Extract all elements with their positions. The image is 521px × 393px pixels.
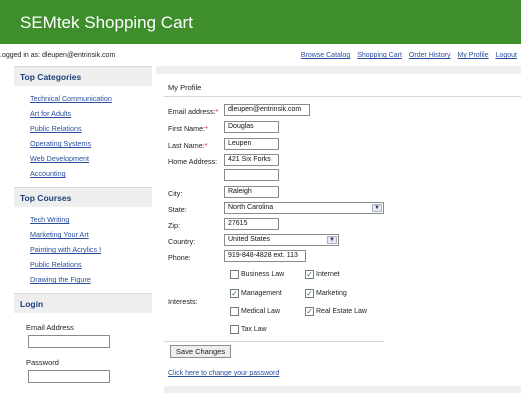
nav-order-history[interactable]: Order History — [409, 52, 451, 59]
phone-field[interactable]: 919-848-4828 ext. 113 — [224, 250, 306, 262]
checkmark-icon[interactable]: ✓ — [230, 289, 239, 298]
email-row: Email address:* dleupen@entrinsik.com — [156, 104, 521, 117]
course-link[interactable]: Public Relations — [30, 260, 82, 269]
change-password-link[interactable]: Click here to change your password — [168, 370, 279, 377]
checkbox-box[interactable] — [230, 325, 239, 334]
login-password-input[interactable] — [28, 370, 110, 383]
interests-label: Interests: — [168, 297, 198, 306]
app-title: SEMtek Shopping Cart — [20, 13, 193, 32]
login-password-label: Password — [26, 358, 59, 367]
first-name-field[interactable]: Douglas — [224, 121, 279, 133]
panel-top-band — [156, 66, 521, 74]
course-link[interactable]: Marketing Your Art — [30, 230, 89, 239]
required-marker: * — [215, 107, 219, 116]
city-label: City: — [168, 189, 183, 198]
state-value: North Carolina — [228, 204, 274, 211]
logged-in-text: .ogged in as: dleupen@entrinsik.com — [0, 52, 116, 59]
login-form: Email Address Password — [14, 313, 152, 383]
category-link[interactable]: Public Relations — [30, 124, 82, 133]
country-label: Country: — [168, 237, 196, 246]
address-line2-row — [156, 169, 521, 182]
login-email-input[interactable] — [28, 335, 110, 348]
category-link[interactable]: Technical Communication — [30, 94, 112, 103]
save-changes-button[interactable]: Save Changes — [170, 345, 231, 358]
list-item: Drawing the Figure — [30, 272, 152, 287]
category-link[interactable]: Accounting — [30, 169, 66, 178]
first-name-label: First Name: — [168, 124, 206, 133]
nav-my-profile[interactable]: My Profile — [458, 52, 489, 59]
zip-label: Zip: — [168, 221, 180, 230]
login-email-label: Email Address — [26, 323, 74, 332]
chevron-down-icon[interactable]: ▼ — [372, 204, 382, 212]
list-item: Painting with Acrylics I — [30, 242, 152, 257]
zip-field[interactable]: 27615 — [224, 218, 279, 230]
chevron-down-icon[interactable]: ▼ — [327, 236, 337, 244]
city-row: City: Raleigh — [156, 186, 521, 199]
list-item: Technical Communication — [30, 91, 152, 106]
list-item: Public Relations — [30, 121, 152, 136]
country-value: United States — [228, 236, 271, 243]
app-header: SEMtek Shopping Cart — [0, 0, 521, 44]
checkmark-icon[interactable]: ✓ — [305, 270, 314, 279]
checkmark-icon[interactable]: ✓ — [305, 289, 314, 298]
user-bar: .ogged in as: dleupen@entrinsik.com Brow… — [0, 47, 521, 65]
checkbox-box[interactable] — [230, 270, 239, 279]
list-item: Web Development — [30, 151, 152, 166]
nav-logout[interactable]: Logout — [496, 52, 517, 59]
email-field[interactable]: dleupen@entrinsik.com — [224, 104, 310, 116]
profile-panel: My Profile Email address:* dleupen@entri… — [156, 66, 521, 393]
divider — [164, 341, 384, 342]
category-link[interactable]: Web Development — [30, 154, 89, 163]
nav-shopping-cart[interactable]: Shopping Cart — [357, 52, 402, 59]
country-select[interactable]: United States ▼ — [224, 234, 339, 246]
checkmark-icon[interactable]: ✓ — [305, 307, 314, 316]
list-item: Tech Writing — [30, 212, 152, 227]
address-row: Home Address: 421 Six Forks — [156, 154, 521, 167]
panel-bottom-band — [164, 386, 521, 393]
state-select[interactable]: North Carolina ▼ — [224, 202, 384, 214]
category-list: Technical Communication Art for Adults P… — [14, 86, 152, 187]
address-line1-field[interactable]: 421 Six Forks — [224, 154, 279, 166]
city-field[interactable]: Raleigh — [224, 186, 279, 198]
category-link[interactable]: Art for Adults — [30, 109, 71, 118]
top-nav: Browse Catalog Shopping Cart Order Histo… — [296, 52, 517, 59]
checkbox-box[interactable] — [230, 307, 239, 316]
first-name-row: First Name:* Douglas — [156, 121, 521, 134]
category-link[interactable]: Operating Systems — [30, 139, 91, 148]
top-courses-heading: Top Courses — [14, 187, 152, 207]
last-name-field[interactable]: Leupen — [224, 138, 279, 150]
list-item: Accounting — [30, 166, 152, 181]
email-label: Email address: — [168, 107, 216, 116]
course-list: Tech Writing Marketing Your Art Painting… — [14, 207, 152, 293]
login-heading: Login — [14, 293, 152, 313]
phone-row: Phone: 919-848-4828 ext. 113 — [156, 250, 521, 263]
course-link[interactable]: Drawing the Figure — [30, 275, 91, 284]
required-marker: * — [204, 141, 208, 150]
course-link[interactable]: Painting with Acrylics I — [30, 245, 101, 254]
list-item: Art for Adults — [30, 106, 152, 121]
zip-row: Zip: 27615 — [156, 218, 521, 231]
last-name-label: Last Name: — [168, 141, 205, 150]
last-name-row: Last Name:* Leupen — [156, 138, 521, 151]
list-item: Public Relations — [30, 257, 152, 272]
required-marker: * — [205, 124, 208, 133]
top-categories-heading: Top Categories — [14, 66, 152, 86]
profile-heading: My Profile — [168, 83, 202, 92]
state-row: State: North Carolina ▼ — [156, 202, 521, 215]
sidebar: Top Categories Technical Communication A… — [14, 66, 152, 393]
state-label: State: — [168, 205, 187, 214]
list-item: Operating Systems — [30, 136, 152, 151]
address-line2-field[interactable] — [224, 169, 279, 181]
divider — [164, 96, 521, 97]
address-label: Home Address: — [168, 157, 218, 166]
nav-browse-catalog[interactable]: Browse Catalog — [301, 52, 350, 59]
course-link[interactable]: Tech Writing — [30, 215, 69, 224]
list-item: Marketing Your Art — [30, 227, 152, 242]
phone-label: Phone: — [168, 253, 191, 262]
country-row: Country: United States ▼ — [156, 234, 521, 247]
